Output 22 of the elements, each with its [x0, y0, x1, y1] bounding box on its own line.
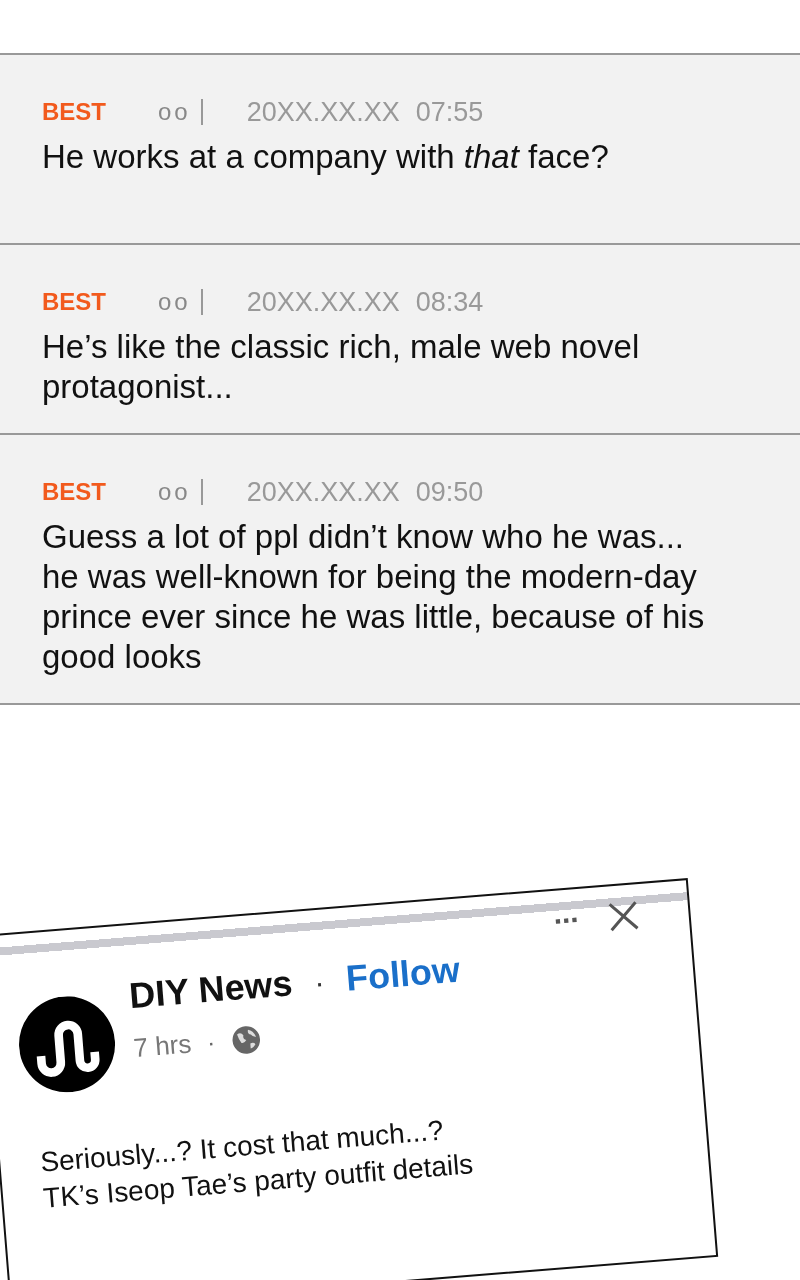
comment-time: 09:50	[415, 476, 484, 508]
best-label: BEST	[42, 288, 107, 316]
comment-text: Guess a lot of ppl didn’t know who he was... he was well-known for being the modern-day prince ever since he was little, because of his good looks	[42, 517, 706, 677]
username: oo	[158, 478, 191, 506]
separator-dot: ·	[313, 965, 326, 1001]
more-button[interactable]: ...	[551, 895, 580, 931]
best-label: BEST	[42, 478, 107, 506]
post-age: 7 hrs	[132, 1028, 193, 1064]
comment-date: 20XX.XX.XX	[246, 476, 400, 508]
comment-date: 20XX.XX.XX	[246, 96, 400, 128]
comment-date: 20XX.XX.XX	[246, 286, 400, 318]
close-icon[interactable]	[607, 900, 640, 933]
comment-time: 07:55	[415, 96, 484, 128]
comment-text: He’s like the classic rich, male web novel protagonist...	[42, 327, 641, 407]
follow-link[interactable]: Follow	[344, 948, 462, 1000]
comment-text: He works at a company with that face?	[42, 137, 610, 177]
separator-dot: ·	[206, 1028, 217, 1057]
page-name[interactable]: DIY News	[127, 962, 294, 1018]
best-label: BEST	[42, 98, 107, 126]
username: oo	[158, 288, 191, 316]
comment-time: 08:34	[415, 286, 484, 318]
username: oo	[158, 98, 191, 126]
